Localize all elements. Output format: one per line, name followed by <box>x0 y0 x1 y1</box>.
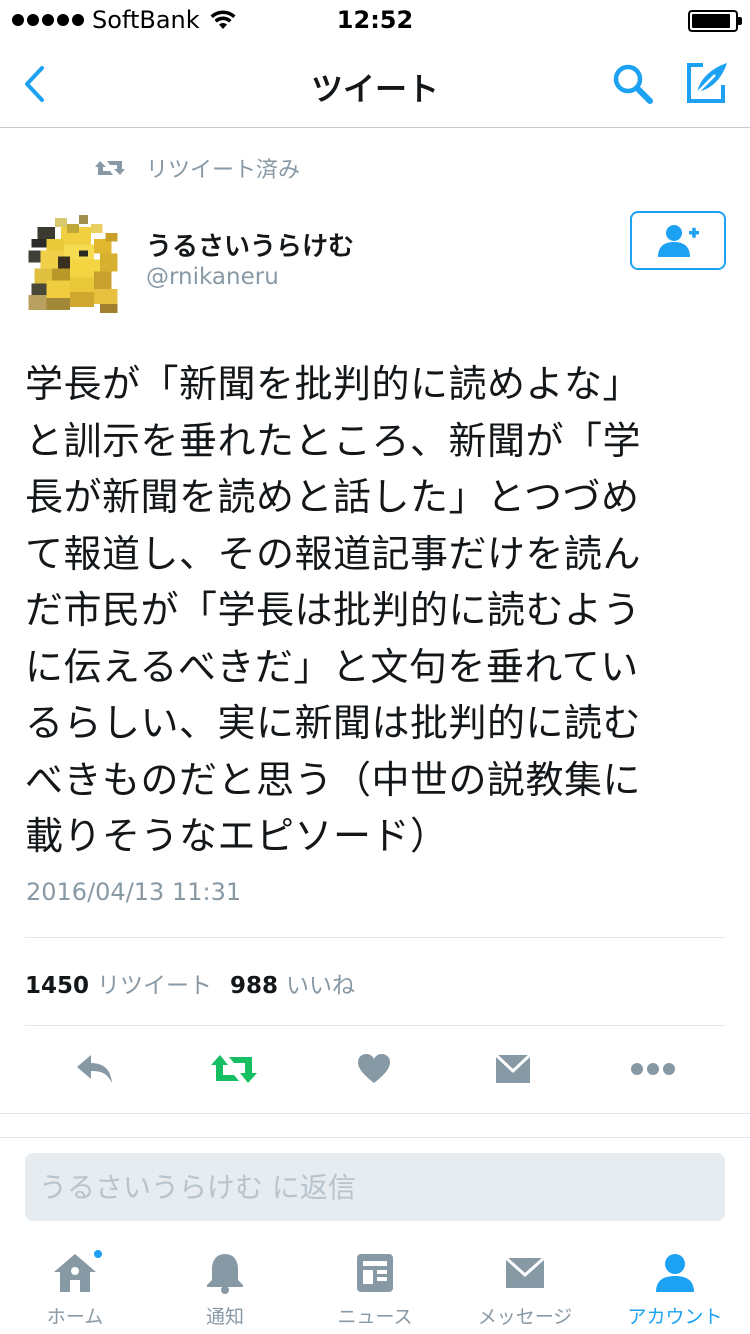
status-time: 12:52 <box>336 6 414 34</box>
reply-icon <box>77 1055 112 1083</box>
avatar[interactable] <box>25 215 127 313</box>
divider <box>25 937 725 938</box>
direct-message-button[interactable] <box>483 1044 543 1094</box>
retweet-button[interactable] <box>204 1044 264 1094</box>
add-user-icon <box>658 224 699 257</box>
more-dots-icon <box>631 1063 675 1075</box>
tweet-text: 学長が「新聞を批判的に読めよな」 と訓示を垂れたところ、新聞が「学 長が新聞を読… <box>25 356 725 865</box>
tweet-actions <box>0 1044 750 1094</box>
like-count[interactable]: 988 <box>230 973 278 999</box>
tweet-timestamp: 2016/04/13 11:31 <box>26 878 242 906</box>
tab-news[interactable]: ニュース <box>300 1238 450 1334</box>
retweet-icon <box>211 1055 257 1083</box>
battery-icon <box>688 10 742 32</box>
follow-button[interactable] <box>630 211 726 270</box>
retweeted-indicator: リツイート済み <box>94 152 300 184</box>
tab-home[interactable]: ホーム <box>0 1238 150 1334</box>
more-button[interactable] <box>623 1044 683 1094</box>
tab-label: アカウント <box>627 1306 723 1328</box>
reply-button[interactable] <box>65 1044 125 1094</box>
battery-level <box>692 14 731 28</box>
author-name[interactable]: うるさいうらけむ <box>146 226 354 263</box>
tab-account[interactable]: アカウント <box>600 1238 750 1334</box>
retweet-icon <box>95 161 125 175</box>
reply-composer[interactable] <box>25 1153 725 1221</box>
tab-label: 通知 <box>205 1306 244 1328</box>
tweet-line: に伝えるべきだ」と文句を垂れてい <box>25 644 639 689</box>
tab-messages[interactable]: メッセージ <box>450 1238 600 1334</box>
search-button[interactable] <box>608 60 658 108</box>
tab-notifications[interactable]: 通知 <box>150 1238 300 1334</box>
home-icon-wrap <box>50 1248 104 1298</box>
tweet-line: 長が新聞を読めと話した」とつづめ <box>25 475 640 519</box>
compose-button[interactable] <box>682 58 732 108</box>
retweet-count-label[interactable]: リツイート <box>97 966 212 1000</box>
tweet-stats: 1450 リツイート 988 いいね <box>25 966 373 1000</box>
search-icon <box>613 64 653 104</box>
tweet-line: 学長が「新聞を批判的に読めよな」 <box>25 362 642 406</box>
bell-icon <box>207 1254 243 1294</box>
author-handle[interactable]: @rnikaneru <box>146 264 279 290</box>
status-bar: SoftBank 12:52 <box>0 0 750 40</box>
divider <box>0 1113 750 1114</box>
tab-label: ニュース <box>337 1306 413 1328</box>
tweet-line: べきものだと思う（中世の説教集に <box>25 757 642 802</box>
news-icon <box>357 1254 393 1292</box>
tab-label: ホーム <box>46 1306 104 1328</box>
notification-dot <box>92 1248 104 1260</box>
envelope-icon <box>494 1053 532 1083</box>
like-count-label[interactable]: いいね <box>286 966 355 1000</box>
tweet-line: て報道し、その報道記事だけを読ん <box>25 531 642 576</box>
person-icon <box>656 1254 694 1292</box>
chevron-left-icon <box>25 66 44 102</box>
navigation-bar: ツイート <box>0 40 750 128</box>
envelope-icon <box>504 1256 546 1288</box>
like-button[interactable] <box>344 1044 404 1094</box>
divider <box>0 1137 750 1138</box>
tweet-line: と訓示を垂れたところ、新聞が「学 <box>25 418 642 463</box>
retweet-count[interactable]: 1450 <box>25 973 89 999</box>
avatar-image <box>25 215 127 313</box>
tab-label: メッセージ <box>477 1306 573 1328</box>
reply-input[interactable] <box>39 1170 711 1204</box>
tweet-line: 載りそうなエピソード） <box>25 814 449 858</box>
home-icon <box>54 1254 96 1292</box>
divider <box>25 1025 725 1026</box>
tweet-line: だ市民が「学長は批判的に読むよう <box>25 588 642 632</box>
tweet-detail-screen: SoftBank 12:52 ツイート リツイート済み うるさいうらけむ @rn… <box>0 0 750 1334</box>
retweeted-label: リツイート済み <box>146 158 301 183</box>
tweet-line: るらしい、実に新聞は批判的に読む <box>25 701 642 745</box>
compose-quill-icon <box>687 63 727 103</box>
tab-bar: ホーム 通知 ニュース メッセージ アカウント <box>0 1238 750 1334</box>
back-button[interactable] <box>14 60 54 108</box>
heart-icon <box>358 1054 390 1083</box>
